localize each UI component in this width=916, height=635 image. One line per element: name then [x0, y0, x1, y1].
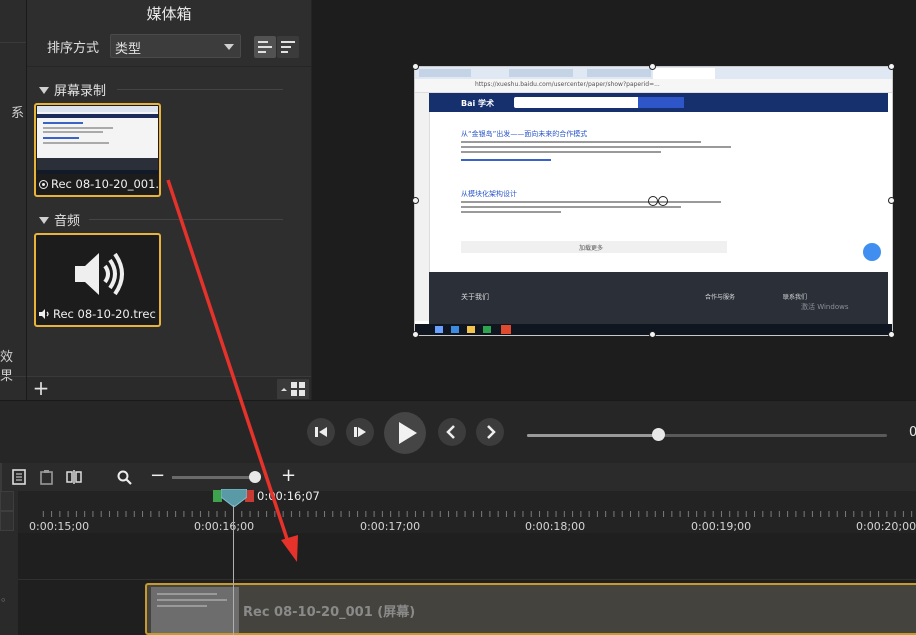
step-forward-icon — [354, 427, 366, 437]
tools-strip: 系 效果 — [0, 0, 27, 400]
grid-view-button[interactable] — [277, 379, 309, 399]
resize-handle[interactable] — [649, 63, 656, 70]
resize-handle[interactable] — [888, 63, 895, 70]
playhead-time: 0:00:16;07 — [257, 489, 320, 503]
timeline-toolbar: − + — [0, 463, 916, 491]
sort-select-value: 类型 — [115, 42, 142, 57]
playback-controls: 0 — [0, 400, 916, 463]
play-icon — [399, 422, 417, 444]
browser-sidebar — [415, 93, 430, 321]
collapse-triangle-icon — [39, 217, 49, 224]
sort-label: 排序方式 — [47, 41, 100, 56]
section-title: 音频 — [54, 214, 81, 229]
time-ruler[interactable]: 0:00:15;00 0:00:16;00 0:00:17;00 0:00:18… — [18, 491, 916, 533]
search-icon[interactable] — [116, 469, 134, 485]
media-item-name: Rec 08-10-20_001... — [39, 177, 159, 191]
list-detail-icon — [258, 41, 272, 56]
scrub-progress — [527, 434, 658, 437]
section-header-screen-recording[interactable]: 屏幕录制 — [39, 80, 106, 99]
resize-handle[interactable] — [888, 197, 895, 204]
section-header-audio[interactable]: 音频 — [39, 210, 80, 229]
speaker-icon — [75, 252, 124, 296]
list-view-button[interactable] — [277, 36, 299, 58]
playhead-head[interactable] — [221, 489, 247, 507]
section-divider — [89, 219, 283, 220]
canvas-preview[interactable]: https://xueshu.baidu.com/usercenter/pape… — [312, 0, 916, 400]
resize-handle[interactable] — [649, 331, 656, 338]
track-lock-icon[interactable]: ◦ — [0, 594, 7, 607]
chevron-right-icon — [487, 425, 496, 439]
detail-view-button[interactable] — [254, 36, 276, 58]
next-marker-button[interactable] — [476, 418, 504, 446]
record-icon — [39, 180, 48, 189]
zoom-out-button[interactable]: − — [150, 467, 165, 487]
result-title-2[interactable]: 从模块化架构设计 — [461, 189, 517, 199]
ruler-tick-label: 0:00:15;00 — [29, 520, 90, 533]
browser-address-bar[interactable]: https://xueshu.baidu.com/usercenter/pape… — [415, 79, 892, 93]
track-header: ◦ — [0, 580, 18, 635]
resize-handle[interactable] — [412, 63, 419, 70]
resize-handle[interactable] — [888, 331, 895, 338]
recording-thumbnail — [37, 106, 158, 174]
media-bin-title: 媒体箱 — [146, 5, 192, 23]
site-footer: 关于我们 合作与服务 联系我们 激活 Windows — [429, 272, 888, 324]
track-divider — [18, 579, 916, 580]
section-divider — [117, 89, 283, 90]
section-title: 屏幕录制 — [54, 84, 107, 99]
play-button[interactable] — [384, 412, 426, 454]
media-item-screen-recording[interactable]: Rec 08-10-20_001... — [34, 103, 161, 197]
zoom-knob[interactable] — [249, 471, 261, 483]
resize-handle[interactable] — [412, 197, 419, 204]
ruler-tick-label: 0:00:17;00 — [360, 520, 421, 533]
add-media-button[interactable]: + — [30, 378, 52, 400]
ruler-tick-label: 0:00:19;00 — [691, 520, 752, 533]
time-display: 0 — [909, 425, 916, 440]
timeline-clip[interactable]: Rec 08-10-20_001 (屏幕) — [145, 583, 916, 635]
divider — [27, 66, 311, 67]
collapse-triangle-icon — [39, 87, 49, 94]
site-header: Bai 学术 — [429, 93, 888, 112]
ruler-tick-label: 0:00:18;00 — [525, 520, 586, 533]
media-item-audio[interactable]: Rec 08-10-20.trec — [34, 233, 161, 327]
split-icon[interactable] — [65, 469, 83, 485]
paste-icon[interactable] — [38, 469, 56, 485]
clip-label: Rec 08-10-20_001 (屏幕) — [243, 605, 416, 620]
small-speaker-icon — [39, 309, 49, 319]
list-icon — [281, 41, 295, 56]
resize-handle[interactable] — [412, 331, 419, 338]
ruler-tick-label: 0:00:20;00 — [856, 520, 916, 533]
feedback-button[interactable] — [863, 243, 881, 261]
media-item-name: Rec 08-10-20.trec — [39, 307, 156, 321]
clip-thumbnail — [151, 587, 239, 633]
step-forward-button[interactable] — [346, 418, 374, 446]
rotate-handle[interactable] — [648, 196, 658, 206]
previous-marker-button[interactable] — [438, 418, 466, 446]
grid-icon — [281, 382, 305, 396]
zoom-slider[interactable] — [172, 476, 258, 479]
zoom-in-button[interactable]: + — [281, 466, 296, 486]
step-back-icon — [315, 427, 327, 437]
copy-icon[interactable] — [11, 469, 29, 485]
result-title-1[interactable]: 从“金银岛”出发——面向未来的合作模式 — [461, 129, 587, 139]
scrub-knob[interactable] — [652, 428, 665, 441]
media-bin-panel: 媒体箱 排序方式 类型 屏幕录制 Rec 08-10-20_001... 音频 — [27, 0, 311, 401]
chevron-down-icon — [224, 44, 234, 50]
playhead-line[interactable] — [233, 505, 234, 635]
media-bin-footer: + — [27, 376, 311, 401]
load-more-button[interactable]: 加载更多 — [461, 241, 727, 253]
rotate-handle[interactable] — [658, 196, 668, 206]
chevron-left-icon — [446, 425, 455, 439]
ruler-tick-label: 0:00:16;00 — [194, 520, 255, 533]
step-back-button[interactable] — [307, 418, 335, 446]
ruler-ticks — [38, 503, 916, 517]
tools-item-partial[interactable]: 系 — [11, 102, 24, 121]
tools-item-effects-partial[interactable]: 效果 — [0, 346, 24, 384]
sort-select[interactable]: 类型 — [110, 34, 241, 58]
